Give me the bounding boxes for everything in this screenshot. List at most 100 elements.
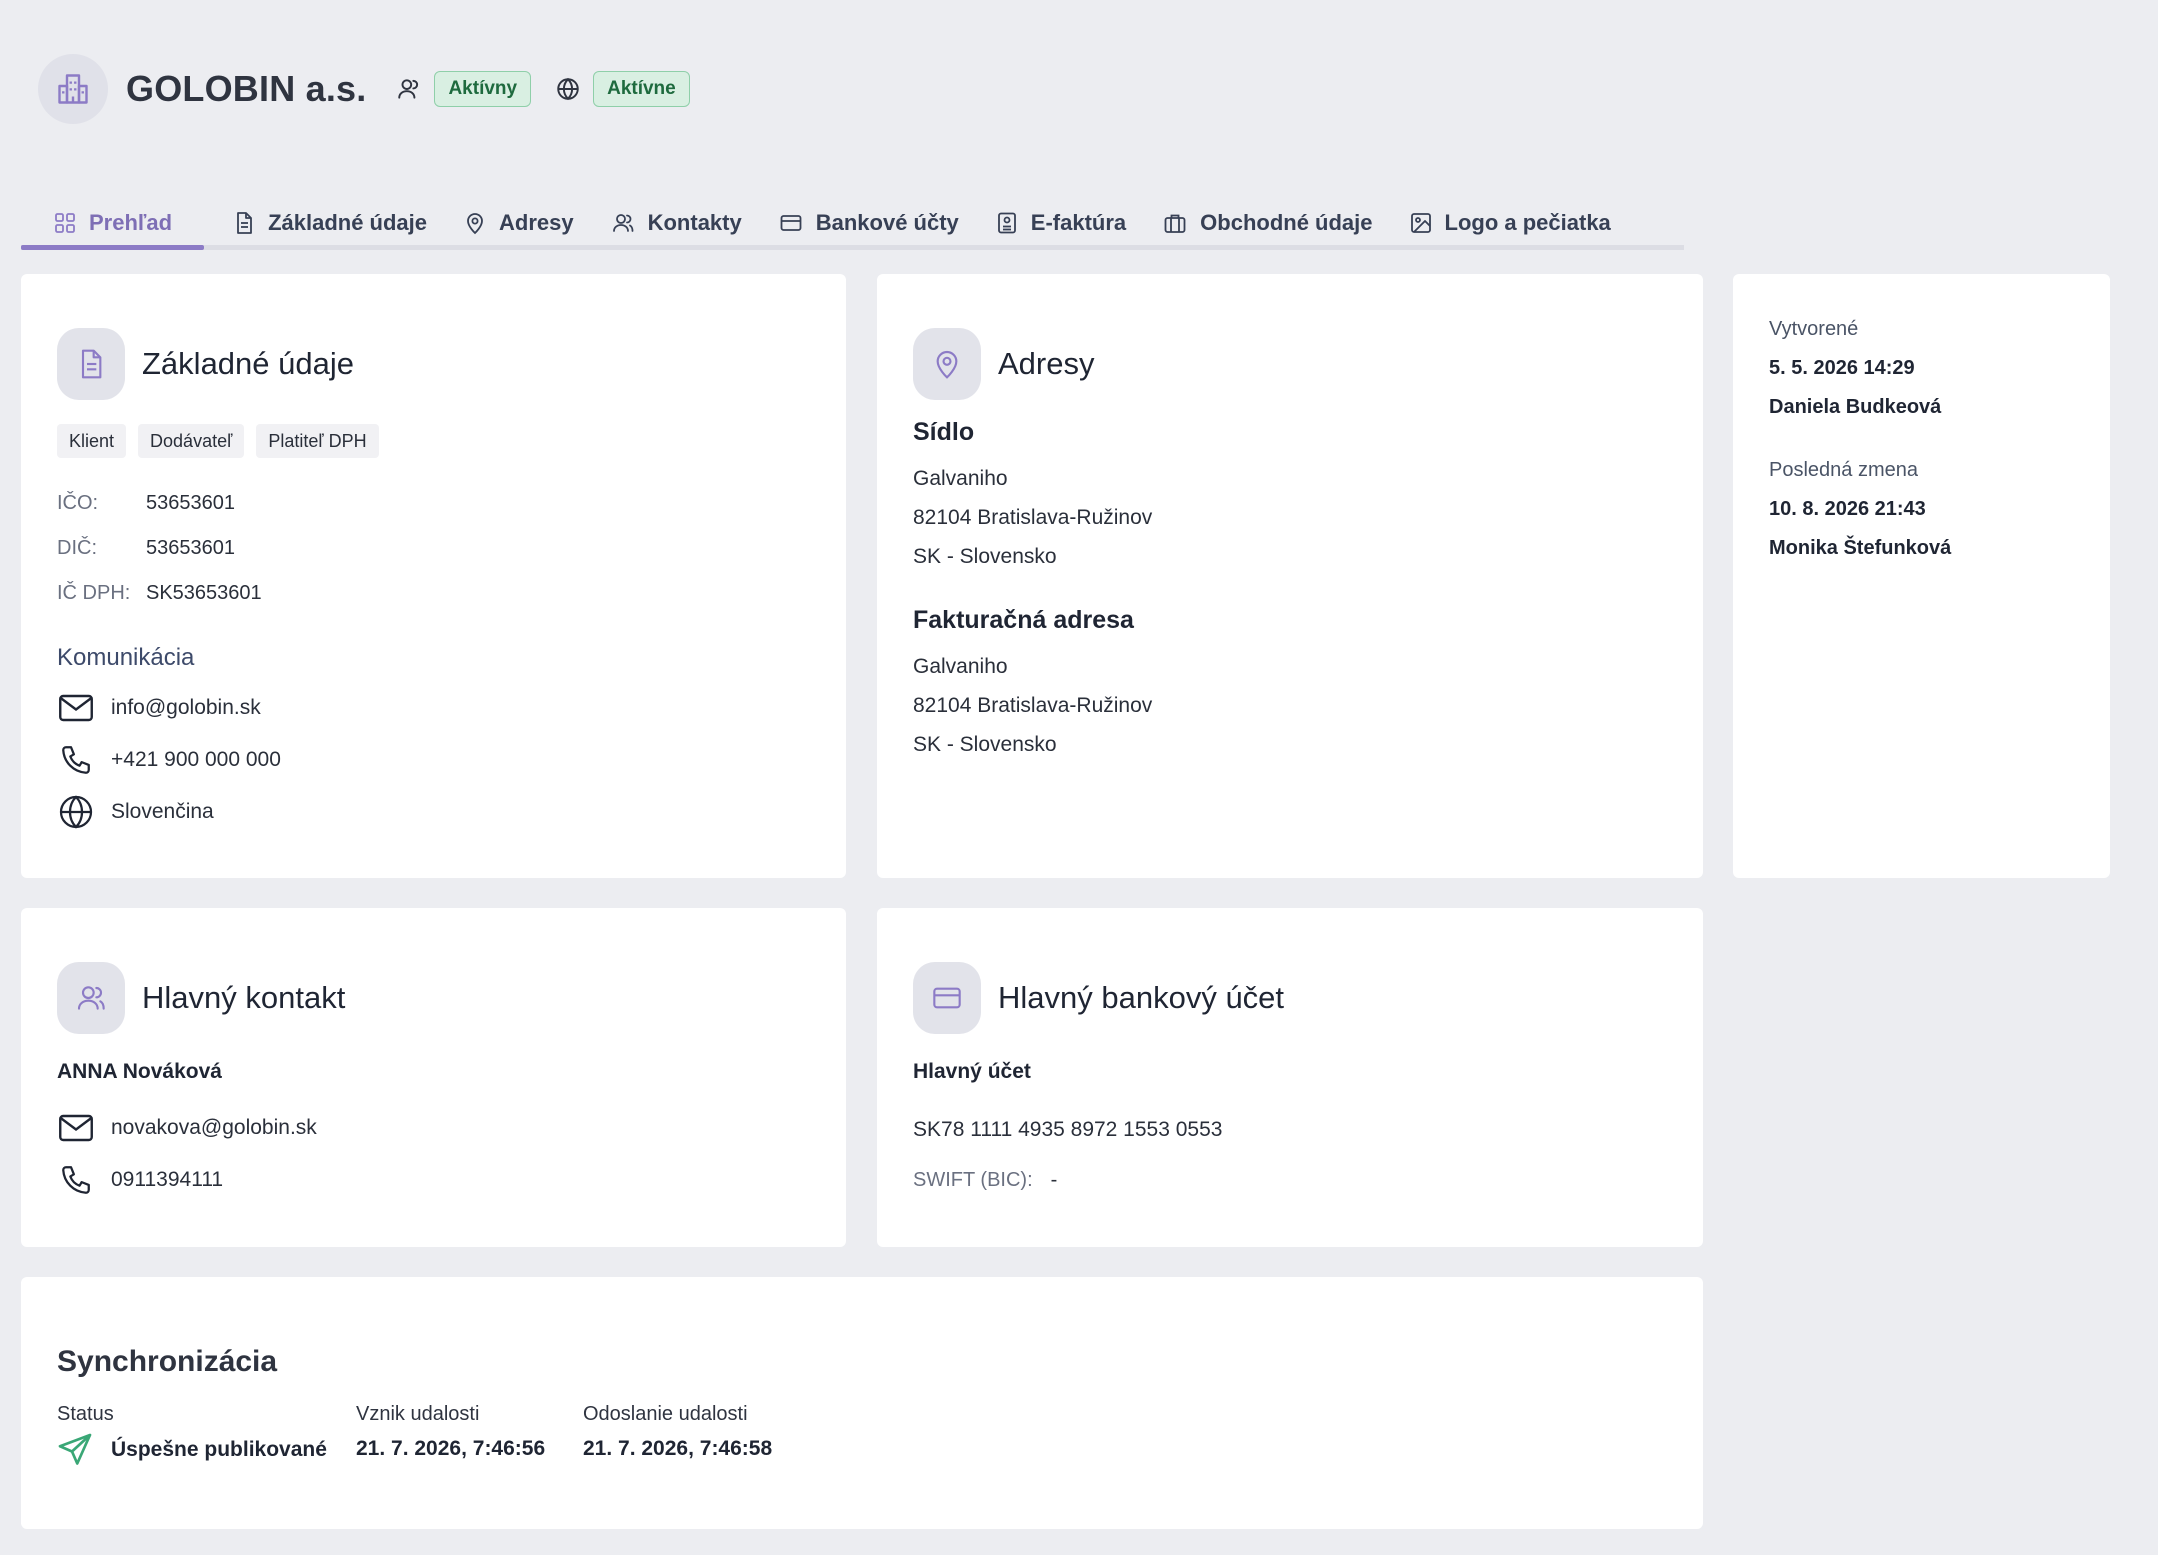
ico-value: 53653601 [146,492,235,514]
record-meta-card: Vytvorené 5. 5. 2026 14:29 Daniela Budke… [1733,274,2110,878]
dic-row: DIČ: 53653601 [57,537,235,560]
tab-e-invoice[interactable]: E-faktúra [967,200,1126,245]
send-icon [57,1432,93,1468]
map-pin-icon [913,328,981,400]
basic-info-title: Základné údaje [142,346,354,381]
status-badge: Aktívny [434,71,532,107]
users-icon [57,962,125,1034]
invoice-icon [995,211,1019,235]
tab-bank-accounts[interactable]: Bankové účty [750,200,959,245]
icdph-label: IČ DPH: [57,582,131,604]
sync-title: Synchronizácia [57,1345,278,1378]
icdph-value: SK53653601 [146,582,262,604]
bank-account-name: Hlavný účet [913,1060,1031,1083]
main-bank-title: Hlavný bankový účet [998,980,1285,1015]
user-icon [396,76,422,102]
modified-label: Posledná zmena [1769,459,1918,481]
main-contact-card: Hlavný kontakt ANNA Nováková novakova@go… [21,908,846,1247]
billing-city: 82104 Bratislava-Ružinov [913,694,1153,717]
contact-email-row: novakova@golobin.sk [57,1113,317,1143]
sync-status-label: Status [57,1403,114,1425]
contact-phone-row: 0911394111 [57,1163,223,1197]
image-icon [1409,211,1433,235]
contact-phone[interactable]: 0911394111 [111,1168,223,1192]
tab-addresses[interactable]: Adresy [435,200,574,245]
sync-status-row: Úspešne publikované [57,1432,327,1468]
seat-street: Galvaniho [913,467,1008,490]
role-chips: Klient Dodávateľ Platiteľ DPH [57,424,379,458]
page-header: GOLOBIN a.s. Aktívny Aktívne [38,52,690,126]
web-status-badge: Aktívne [593,71,690,107]
seat-label: Sídlo [913,418,975,446]
chip-client: Klient [57,424,127,458]
swift-label: SWIFT (BIC): [913,1169,1033,1191]
credit-card-icon [778,211,804,235]
billing-country: SK - Slovensko [913,733,1057,756]
main-bank-header: Hlavný bankový účet [913,962,1284,1034]
map-pin-icon [463,211,487,235]
grid-icon [53,211,77,235]
modified-by: Monika Štefunková [1769,537,1952,559]
tab-bar: Prehľad Základné údaje Adresy Kontakty B… [21,200,1684,250]
chip-vat-payer: Platiteľ DPH [256,424,379,458]
bank-iban: SK78 1111 4935 8972 1553 0553 [913,1118,1223,1141]
tab-overview[interactable]: Prehľad [21,200,205,250]
email-row: info@golobin.sk [57,693,261,723]
phone-icon [57,743,95,777]
event-sent-value: 21. 7. 2026, 7:46:58 [583,1437,773,1460]
sync-status-value: Úspešne publikované [111,1438,327,1461]
main-bank-account-card: Hlavný bankový účet Hlavný účet SK78 111… [877,908,1703,1247]
addresses-title: Adresy [998,346,1095,381]
created-by: Daniela Budkeová [1769,396,1942,418]
main-contact-header: Hlavný kontakt [57,962,345,1034]
event-created-value: 21. 7. 2026, 7:46:56 [356,1437,546,1460]
seat-country: SK - Slovensko [913,545,1057,568]
dic-label: DIČ: [57,537,97,559]
tab-logo-stamp[interactable]: Logo a pečiatka [1381,200,1611,245]
phone-value[interactable]: +421 900 000 000 [111,748,281,772]
ico-label: IČO: [57,492,99,514]
bank-swift-row: SWIFT (BIC): - [913,1169,1057,1192]
tab-business-info[interactable]: Obchodné údaje [1134,200,1373,245]
phone-row: +421 900 000 000 [57,743,281,777]
main-contact-title: Hlavný kontakt [142,980,346,1015]
language-value: Slovenčina [111,800,214,823]
email-value[interactable]: info@golobin.sk [111,696,261,720]
communication-label: Komunikácia [57,644,195,671]
mail-icon [57,1113,95,1143]
phone-icon [57,1163,95,1197]
addresses-header: Adresy [913,328,1094,400]
created-at: 5. 5. 2026 14:29 [1769,357,1915,379]
synchronization-card: Synchronizácia Status Úspešne publikovan… [21,1277,1703,1529]
dic-value: 53653601 [146,537,235,559]
swift-value: - [1050,1169,1058,1191]
ico-row: IČO: 53653601 [57,492,235,515]
addresses-card: Adresy Sídlo Galvaniho 82104 Bratislava-… [877,274,1703,878]
document-icon [57,328,125,400]
language-row: Slovenčina [57,794,214,830]
event-created-label: Vznik udalosti [356,1403,480,1425]
globe-icon [555,76,581,102]
seat-city: 82104 Bratislava-Ružinov [913,506,1153,529]
globe-icon [57,794,95,830]
billing-street: Galvaniho [913,655,1008,678]
company-name: GOLOBIN a.s. [126,68,367,109]
document-icon [232,211,256,235]
credit-card-icon [913,962,981,1034]
briefcase-icon [1162,211,1188,235]
event-sent-label: Odoslanie udalosti [583,1403,748,1425]
users-icon [610,211,636,235]
basic-info-card: Základné údaje Klient Dodávateľ Platiteľ… [21,274,846,878]
mail-icon [57,693,95,723]
created-label: Vytvorené [1769,318,1859,340]
modified-at: 10. 8. 2026 21:43 [1769,498,1926,520]
contact-email[interactable]: novakova@golobin.sk [111,1116,317,1140]
contact-name: ANNA Nováková [57,1060,222,1083]
basic-info-header: Základné údaje [57,328,354,400]
tab-contacts[interactable]: Kontakty [582,200,742,245]
billing-label: Fakturačná adresa [913,606,1134,634]
tab-basic-info[interactable]: Základné údaje [204,200,427,245]
company-avatar [38,54,108,124]
building-icon [58,74,88,104]
icdph-row: IČ DPH: SK53653601 [57,582,262,605]
